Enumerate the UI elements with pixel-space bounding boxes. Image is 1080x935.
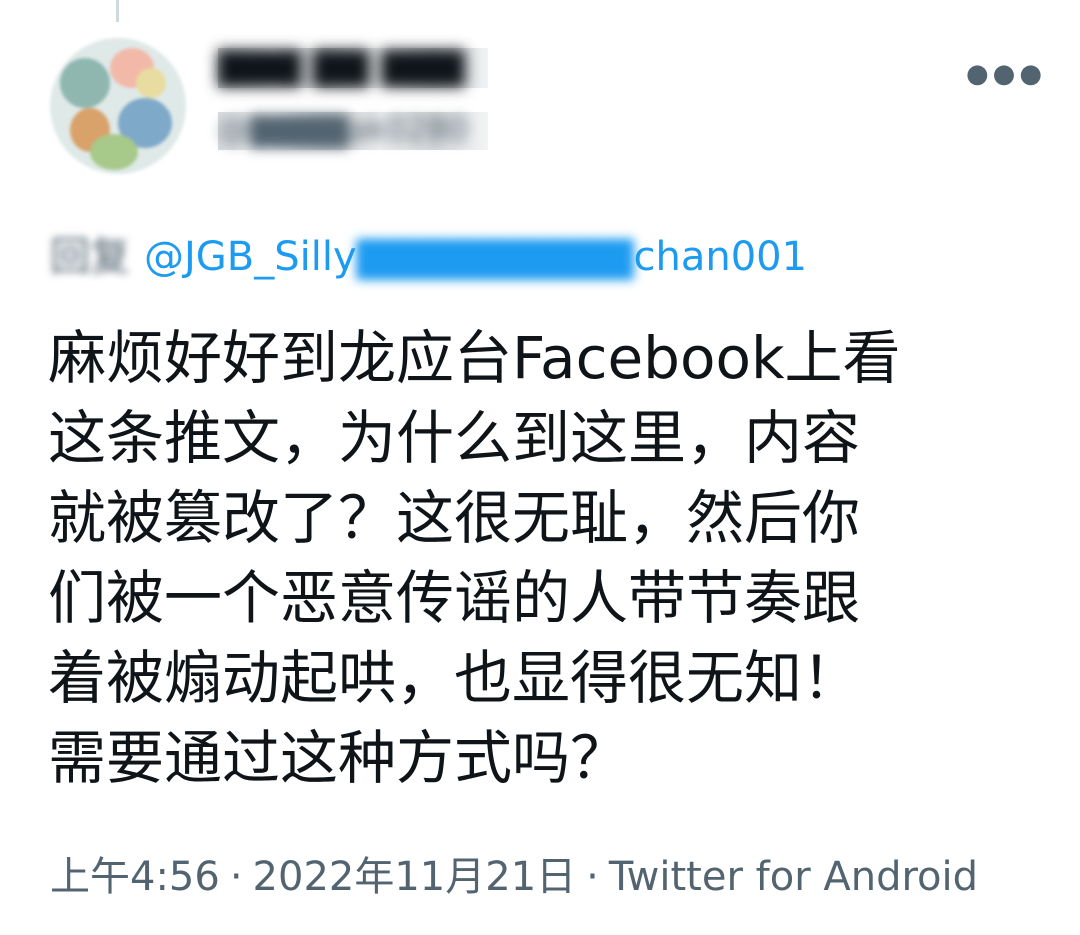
author-handle[interactable]: @▇▇▇▇ak0280 — [218, 110, 468, 148]
reply-prefix: 回复 — [50, 234, 130, 280]
tweet-metadata: 上午4:56 · 2022年11月21日 · Twitter for Android — [50, 844, 978, 902]
tweet-source-link[interactable]: Twitter for Android — [609, 854, 978, 900]
tweet-text-line: 这条推文，为什么到这里，内容 — [48, 404, 861, 472]
tweet-text-line: 需要通过这种方式吗？ — [48, 724, 629, 792]
tweet-date[interactable]: 2022年11月21日 — [253, 854, 577, 900]
more-horizontal-icon: ●●● — [965, 59, 1047, 89]
avatar[interactable] — [50, 38, 186, 174]
tweet-body-text: 麻烦好好到龙应台Facebook上看 这条推文，为什么到这里，内容 就被篡改了？… — [48, 318, 1028, 798]
tweet-text-line: 们被一个恶意传谣的人带节奏跟 — [48, 564, 861, 632]
tweet-text-line: 着被煽动起哄，也显得很无知！ — [48, 644, 861, 712]
meta-separator: · — [229, 854, 243, 900]
more-options-button[interactable]: ●●● — [966, 58, 1042, 90]
tweet-author-header[interactable]: ▇▇▇ ▇▇ ▇▇▇ @▇▇▇▇ak0280 — [218, 46, 638, 156]
thread-connector-line — [116, 0, 119, 22]
tweet-time[interactable]: 上午4:56 — [50, 854, 220, 900]
reply-handle-link-2[interactable]: chan001 — [634, 234, 808, 280]
reply-context: 回复 @JGB_Silly▇▇▇▇▇▇▇▇▇chan001 — [50, 224, 807, 282]
tweet-text-line: 麻烦好好到龙应台Facebook上看 — [48, 324, 901, 392]
author-display-name[interactable]: ▇▇▇ ▇▇ ▇▇▇ — [218, 46, 465, 87]
meta-separator: · — [586, 854, 599, 900]
reply-handle-redacted[interactable]: ▇▇▇▇▇▇▇▇▇ — [357, 234, 634, 280]
reply-handle-link[interactable]: @JGB_Silly — [144, 234, 357, 280]
tweet-text-line: 就被篡改了？这很无耻，然后你 — [48, 484, 861, 552]
